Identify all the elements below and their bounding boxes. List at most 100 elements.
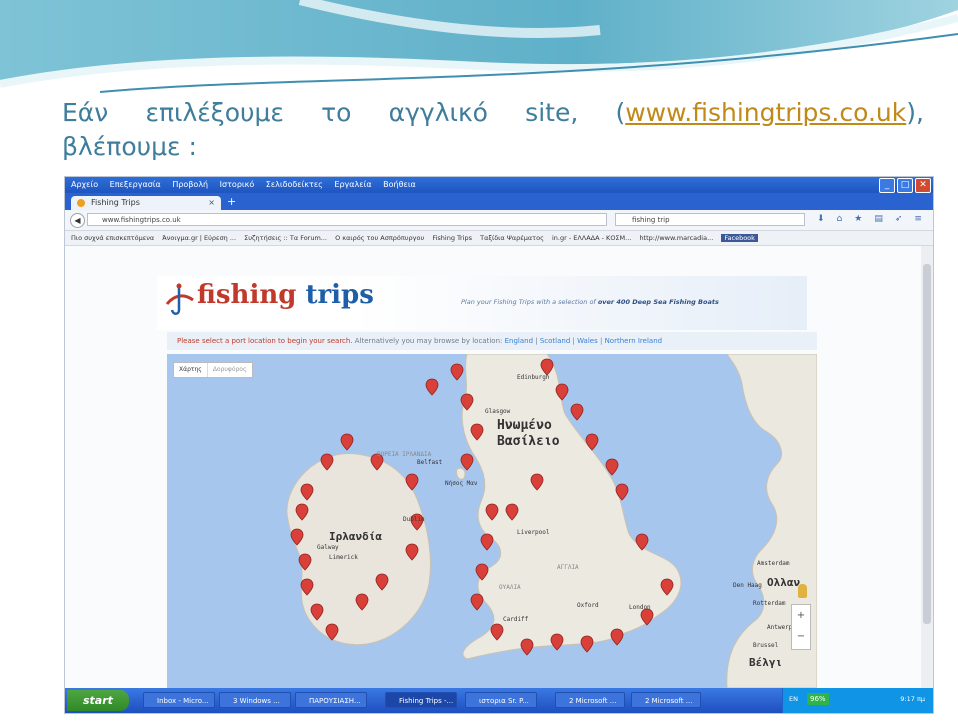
taskbar-item[interactable]: 2 Microsoft ... [631, 692, 701, 708]
marker-37 [610, 628, 624, 646]
bookmark-item[interactable]: Ο καιρός του Ασπρόπυργου [335, 234, 424, 242]
heading-site-link[interactable]: www.fishingtrips.co.uk [625, 98, 906, 127]
region-link-wales[interactable]: Wales [577, 337, 598, 345]
marker-36 [580, 635, 594, 653]
map-label-cardiff: Cardiff [503, 616, 529, 623]
heading-line-2: βλέπουμε : [62, 132, 197, 161]
menu-item-view[interactable]: Προβολή [172, 180, 208, 189]
marker-17 [450, 363, 464, 381]
taskbar-item[interactable]: Inbox - Micro... [143, 692, 215, 708]
map-label-galway: Galway [317, 544, 339, 551]
map-label-belgium: Βέλγι [749, 656, 783, 669]
url-text: www.fishingtrips.co.uk [102, 216, 181, 224]
menu-icon[interactable]: ≡ [914, 213, 922, 226]
heading-word: site, [525, 98, 579, 127]
bookmark-item[interactable]: Πιο συχνά επισκεπτόμενα [71, 234, 154, 242]
map-label-wales: ΟΥΑΛΙΑ [499, 584, 521, 591]
site-header: fishing trips Plan your Fishing Trips wi… [157, 276, 807, 330]
tab-fishing-trips[interactable]: Fishing Trips × [71, 196, 221, 210]
map-label-rotterdam: Rotterdam [753, 600, 786, 607]
menu-item-edit[interactable]: Επεξεργασία [110, 180, 161, 189]
search-input[interactable]: fishing trip [615, 213, 805, 226]
close-button[interactable]: ✕ [915, 178, 931, 193]
street-view-pegman-icon[interactable] [798, 584, 807, 598]
bookmarks-bar: Πιο συχνά επισκεπτόμενα Άνοιγμα.gr | Εύρ… [65, 231, 933, 246]
bookmark-item[interactable]: http://www.marcadia... [639, 234, 713, 242]
map-type-map[interactable]: Χάρτης [174, 363, 207, 377]
taskbar-item[interactable]: 3 Windows ... [219, 692, 291, 708]
menu-item-help[interactable]: Βοήθεια [383, 180, 416, 189]
region-link-northern-ireland[interactable]: Northern Ireland [605, 337, 663, 345]
region-link-england[interactable]: England [505, 337, 533, 345]
bookmark-item[interactable]: Άνοιγμα.gr | Εύρεση ... [162, 234, 236, 242]
select-prompt: Please select a port location to begin y… [177, 337, 353, 345]
map-label-den-haag: Den Haag [733, 582, 762, 589]
taskbar-item[interactable]: 2 Microsoft ... [555, 692, 625, 708]
map-label-oxford: Oxford [577, 602, 599, 609]
map-label-kingdom: Βασίλειο [497, 434, 560, 449]
map-label-united: Ηνωμένο [497, 418, 552, 433]
home-icon[interactable]: ⌂ [837, 213, 843, 226]
heading-link-wrap: (www.fishingtrips.co.uk), [615, 98, 924, 127]
browser-screenshot: Αρχείο Επεξεργασία Προβολή Ιστορικό Σελι… [64, 176, 934, 714]
library-icon[interactable]: ▤ [874, 213, 883, 226]
map-label-ireland: Ιρλανδία [329, 530, 382, 543]
slide-heading: Εάν επιλέξουμε το αγγλικό site, (www.fis… [62, 96, 924, 164]
map-type-toggle: Χάρτης Δορυφόρος [173, 362, 253, 378]
bookmark-item[interactable]: Ταξίδια Ψαρέματος [480, 234, 544, 242]
marker-20 [460, 453, 474, 471]
heading-word: το [321, 98, 352, 127]
tagline-text: Plan your Fishing Trips with a selection… [461, 298, 596, 306]
map-label-liverpool: Liverpool [517, 529, 550, 536]
map-label-dublin: Dublin [403, 516, 425, 523]
map-label-northern-ireland: ΒΟΡΕΙΑ ΙΡΛΑΝΔΙΑ [377, 451, 432, 458]
clock: 9:17 πμ [900, 695, 925, 703]
marker-23 [570, 403, 584, 421]
marker-14 [340, 433, 354, 451]
isle-of-man-landmass [456, 467, 466, 480]
menu-item-bookmarks[interactable]: Σελιδοδείκτες [266, 180, 323, 189]
location-select-bar: Please select a port location to begin y… [167, 332, 817, 350]
map-canvas [286, 354, 817, 688]
tagline-bold: over 400 Deep Sea Fishing Boats [597, 298, 719, 306]
scrollbar-thumb[interactable] [923, 264, 931, 624]
maximize-button[interactable]: □ [897, 178, 913, 193]
minimize-button[interactable]: _ [879, 178, 895, 193]
windows-taskbar: start Inbox - Micro... 3 Windows ... ΠΑΡ… [65, 688, 933, 713]
pin-icon[interactable]: ➶ [895, 213, 903, 226]
marker-34 [520, 638, 534, 656]
menu-item-tools[interactable]: Εργαλεία [334, 180, 371, 189]
bookmark-item[interactable]: Fishing Trips [432, 234, 472, 242]
page-scrollbar[interactable] [921, 246, 933, 688]
region-link-scotland[interactable]: Scotland [540, 337, 570, 345]
system-tray: EN 96% 9:17 πμ [782, 688, 933, 713]
language-indicator[interactable]: EN [789, 695, 798, 703]
favicon-icon [77, 199, 85, 207]
address-bar[interactable]: www.fishingtrips.co.uk [87, 213, 607, 226]
bookmark-star-icon[interactable]: ★ [854, 213, 862, 226]
taskbar-item[interactable]: ΠΑΡΟΥΣΙΑΣΗ... [295, 692, 367, 708]
taskbar-item[interactable]: ιστορια Sr. P... [465, 692, 537, 708]
taskbar-item-active[interactable]: Fishing Trips -... [385, 692, 457, 708]
battery-indicator[interactable]: 96% [807, 693, 829, 705]
download-icon[interactable]: ⬇ [817, 213, 825, 226]
browse-text: Alternatively you may browse by location… [354, 337, 503, 345]
zoom-in-button[interactable]: + [792, 605, 810, 626]
port-map[interactable]: Χάρτης Δορυφόρος Ηνωμένο Βασίλειο Ιρλανδ… [167, 354, 817, 688]
map-label-brussel: Brussel [753, 642, 779, 649]
bookmark-item-facebook[interactable]: Facebook [721, 234, 758, 242]
map-label-amsterdam: Amsterdam [757, 560, 790, 567]
marker-35 [550, 633, 564, 651]
start-button[interactable]: start [67, 690, 129, 711]
zoom-out-button[interactable]: − [792, 626, 810, 647]
new-tab-icon[interactable]: + [227, 195, 236, 208]
menu-item-file[interactable]: Αρχείο [71, 180, 98, 189]
close-tab-icon[interactable]: × [208, 196, 215, 210]
back-button[interactable]: ◀ [70, 213, 85, 228]
map-label-isle-of-man: Νήσος Μαν [445, 480, 478, 487]
map-type-satellite[interactable]: Δορυφόρος [206, 363, 252, 377]
menu-item-history[interactable]: Ιστορικό [220, 180, 255, 189]
bookmark-item[interactable]: Συζητήσεις :: Τα Forum... [244, 234, 327, 242]
site-logo[interactable]: fishing trips [197, 280, 374, 310]
bookmark-item[interactable]: in.gr - ΕΛΛΑΔΑ - ΚΟΣΜ... [552, 234, 631, 242]
